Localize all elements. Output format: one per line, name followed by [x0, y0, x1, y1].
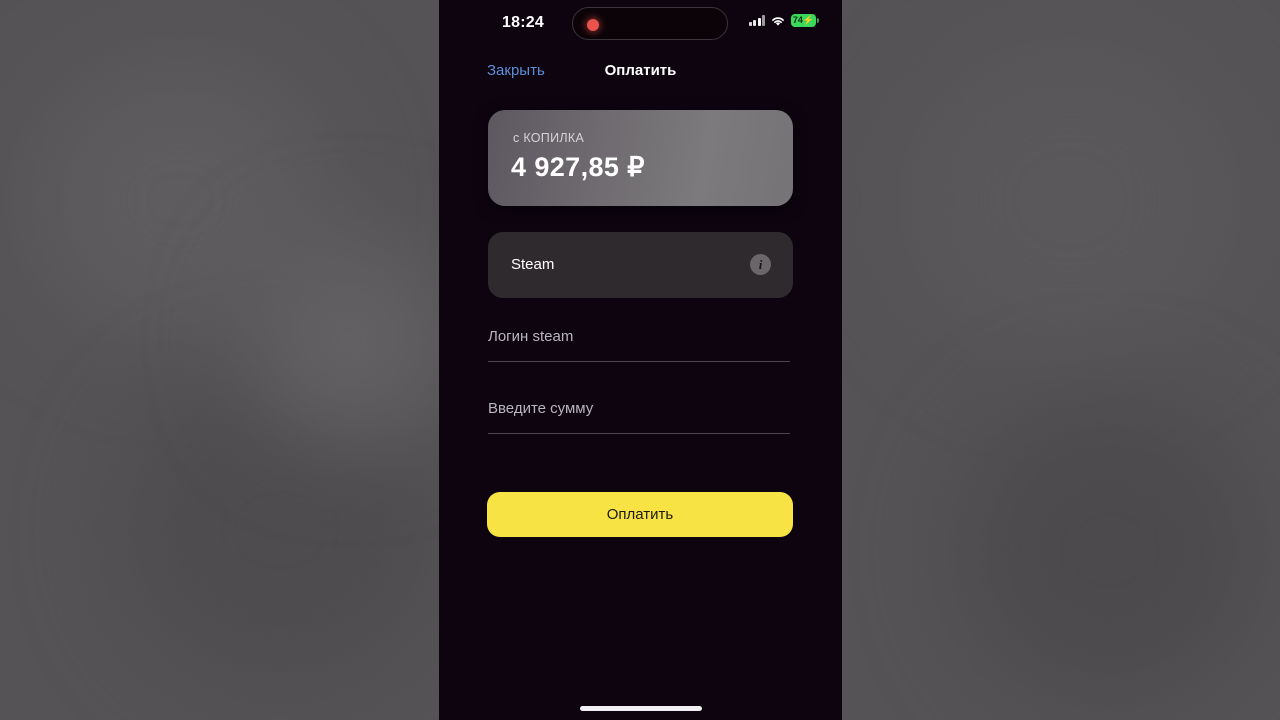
background-blur-shape — [900, 40, 1240, 360]
balance-amount: 4 927,85 ₽ — [511, 152, 645, 182]
battery-icon: 74 ⚡ — [791, 14, 819, 27]
background-blur-shape — [960, 400, 1260, 700]
nav-header: Закрыть Оплатить — [439, 58, 842, 88]
steam-login-placeholder: Логин steam — [488, 328, 574, 345]
app-screen: 18:24 74 ⚡ Закрыть Оплатить с КОПИЛКА 4 … — [439, 0, 842, 720]
amount-placeholder: Введите сумму — [488, 400, 594, 417]
service-name-label: Steam — [511, 256, 555, 273]
dynamic-island — [572, 7, 728, 40]
pay-button-label: Оплатить — [606, 506, 674, 523]
balance-card[interactable]: с КОПИЛКА 4 927,85 ₽ — [488, 110, 793, 206]
pay-button[interactable]: Оплатить — [487, 492, 793, 537]
amount-field[interactable]: Введите сумму — [488, 400, 790, 434]
status-bar-clock: 18:24 — [502, 14, 544, 31]
battery-charging-icon: ⚡ — [802, 15, 815, 25]
home-indicator[interactable] — [579, 706, 702, 711]
service-selector-steam[interactable]: Steam i — [488, 232, 793, 298]
balance-source-label: с КОПИЛКА — [513, 131, 585, 145]
background-blur-shape — [250, 240, 450, 440]
steam-login-field[interactable]: Логин steam — [488, 328, 790, 362]
info-icon[interactable]: i — [750, 254, 771, 275]
field-underline — [488, 361, 790, 362]
battery-level-text: 74 — [792, 15, 803, 25]
status-bar-indicators: 74 ⚡ — [748, 14, 819, 27]
signal-bars-icon — [748, 15, 765, 26]
field-underline — [488, 433, 790, 434]
page-title: Оплатить — [604, 62, 677, 79]
recording-dot-icon — [587, 19, 599, 31]
status-bar: 18:24 74 ⚡ — [439, 0, 842, 46]
phone-frame: 18:24 74 ⚡ Закрыть Оплатить с КОПИЛКА 4 … — [439, 0, 842, 720]
wifi-icon — [770, 15, 786, 27]
